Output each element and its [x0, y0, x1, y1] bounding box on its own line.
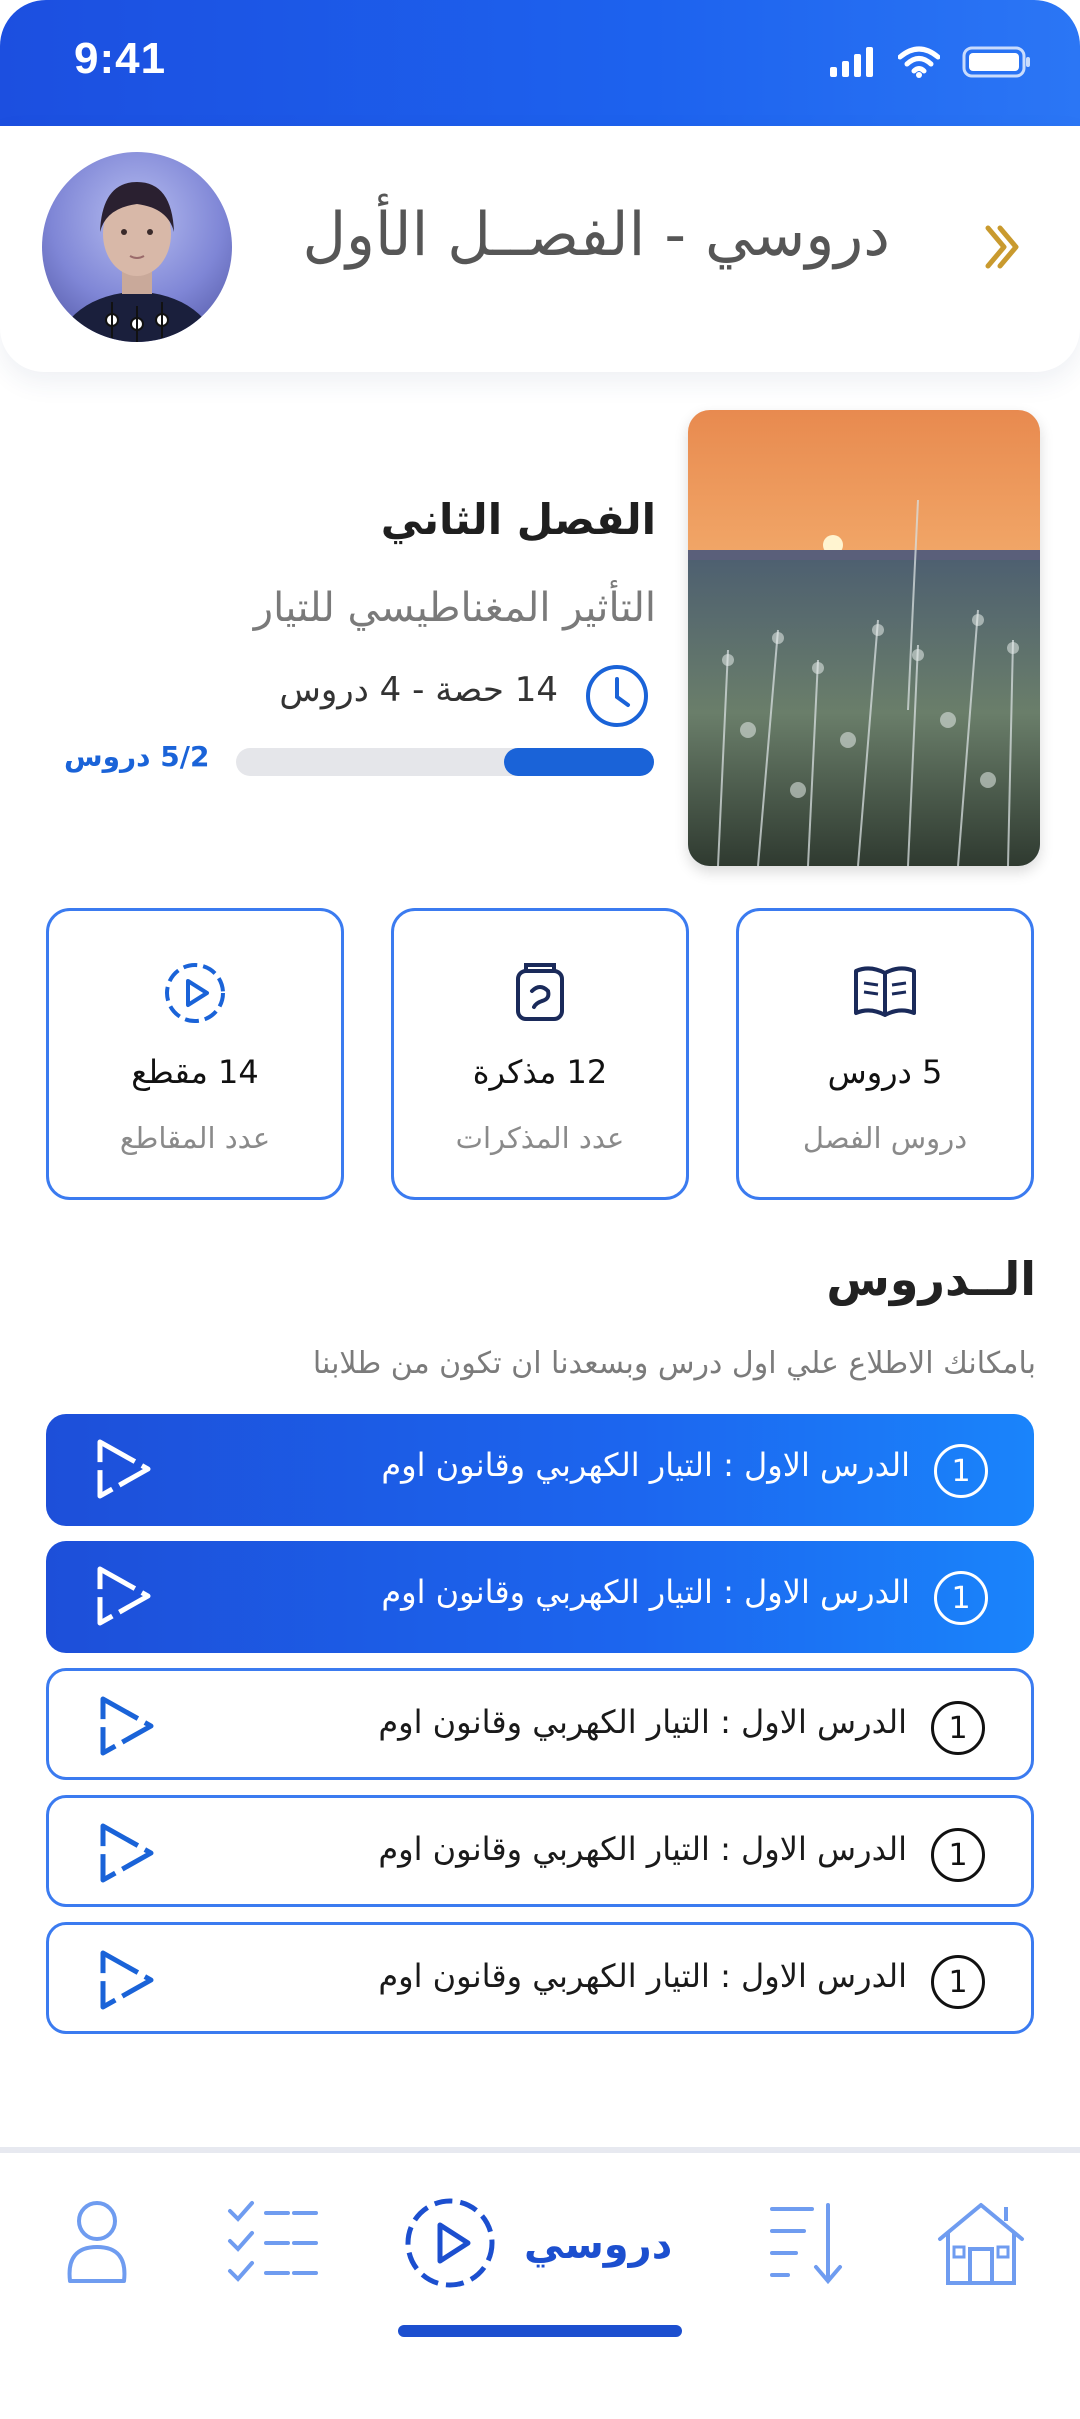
book-icon — [852, 961, 918, 1025]
lesson-number: 1 — [931, 1701, 985, 1755]
lesson-item[interactable]: 1 الدرس الاول : التيار الكهربي وقانون او… — [46, 1922, 1034, 2034]
lesson-item[interactable]: 1 الدرس الاول : التيار الكهربي وقانون او… — [46, 1668, 1034, 1780]
nav-active-label: دروسي — [524, 2222, 673, 2268]
stat-card-clips[interactable]: 14 مقطع عدد المقاطع — [46, 908, 344, 1200]
lesson-title: الدرس الاول : التيار الكهربي وقانون اوم — [378, 1830, 907, 1868]
chapter-meta: 14 حصة - 4 دروس — [279, 670, 558, 710]
checklist-icon[interactable] — [226, 2197, 322, 2291]
status-icons — [830, 46, 1032, 82]
stat-label: دروس الفصل — [802, 1121, 968, 1155]
clock-icon — [584, 663, 650, 733]
lesson-title: الدرس الاول : التيار الكهربي وقانون اوم — [381, 1446, 910, 1484]
chapter-image — [688, 410, 1040, 866]
stat-value: 12 مذكرة — [472, 1053, 608, 1091]
status-bar: 9:41 — [0, 0, 1080, 126]
header: دروسي - الفصــل الأول — [0, 126, 1080, 372]
stat-card-notes[interactable]: 12 مذكرة عدد المذكرات — [391, 908, 689, 1200]
home-icon[interactable] — [934, 2197, 1028, 2293]
page-title: دروسي - الفصــل الأول — [302, 200, 890, 270]
lesson-title: الدرس الاول : التيار الكهربي وقانون اوم — [381, 1573, 910, 1611]
chapter-progress-fill — [503, 748, 654, 776]
play-icon[interactable] — [91, 1691, 161, 1765]
chapter-progress-bar — [236, 748, 654, 776]
profile-icon[interactable] — [62, 2197, 132, 2291]
avatar[interactable] — [42, 152, 232, 342]
status-time: 9:41 — [74, 34, 167, 83]
chapter-progress-label: 5/2 دروس — [64, 740, 210, 773]
lesson-number: 1 — [934, 1571, 988, 1625]
chapter-title: الفصل الثاني — [380, 495, 656, 544]
play-icon[interactable] — [91, 1818, 161, 1892]
stat-label: عدد المقاطع — [119, 1121, 271, 1155]
lesson-number: 1 — [931, 1828, 985, 1882]
lesson-item[interactable]: 1 الدرس الاول : التيار الكهربي وقانون او… — [46, 1414, 1034, 1526]
stat-label: عدد المذكرات — [455, 1121, 625, 1155]
play-icon[interactable] — [91, 1945, 161, 2019]
lesson-item[interactable]: 1 الدرس الاول : التيار الكهربي وقانون او… — [46, 1795, 1034, 1907]
home-indicator — [398, 2325, 682, 2337]
double-chevron-right-icon[interactable] — [982, 222, 1022, 276]
bottom-nav: دروسي — [0, 2153, 1080, 2419]
stat-value: 5 دروس — [827, 1053, 943, 1091]
battery-icon — [962, 46, 1032, 82]
lessons-section-description: بامكانك الاطلاع علي اول درس وبسعدنا ان ت… — [312, 1346, 1036, 1381]
lessons-section-title: الــدروس — [826, 1252, 1036, 1306]
notes-icon — [512, 961, 568, 1027]
signal-icon — [830, 47, 876, 81]
stat-card-lessons[interactable]: 5 دروس دروس الفصل — [736, 908, 1034, 1200]
wifi-icon — [897, 46, 941, 82]
play-circle-icon — [404, 2197, 496, 2293]
chapter-subtitle: التأثير المغناطيسي للتيار — [253, 585, 656, 631]
play-icon[interactable] — [88, 1561, 158, 1635]
sort-icon[interactable] — [766, 2197, 846, 2291]
nav-my-lessons[interactable]: دروسي — [404, 2197, 672, 2293]
lesson-number: 1 — [931, 1955, 985, 2009]
play-circle-icon — [163, 961, 227, 1029]
lesson-number: 1 — [934, 1444, 988, 1498]
stat-value: 14 مقطع — [131, 1053, 259, 1091]
lesson-item[interactable]: 1 الدرس الاول : التيار الكهربي وقانون او… — [46, 1541, 1034, 1653]
play-icon[interactable] — [88, 1434, 158, 1508]
lesson-title: الدرس الاول : التيار الكهربي وقانون اوم — [378, 1957, 907, 1995]
lesson-title: الدرس الاول : التيار الكهربي وقانون اوم — [378, 1703, 907, 1741]
